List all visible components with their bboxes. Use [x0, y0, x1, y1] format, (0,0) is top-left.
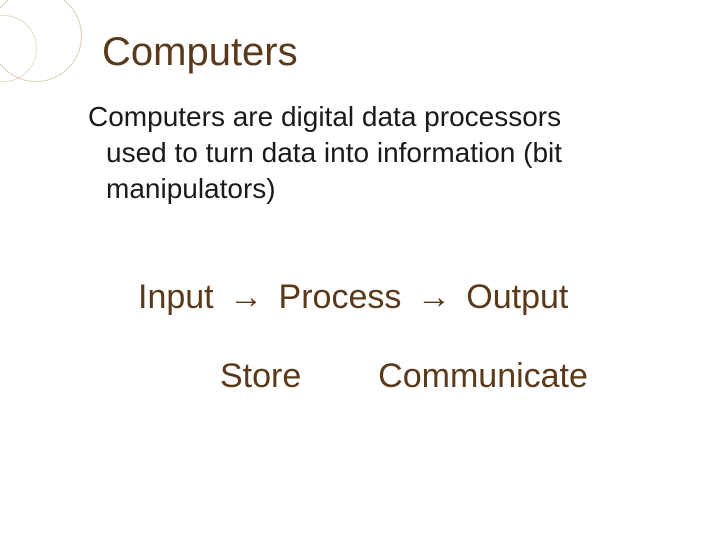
ipo-line: Input → Process → Output [138, 278, 670, 317]
arrow-icon: → [411, 278, 457, 317]
body-text: Computers are digital data processors us… [88, 99, 670, 206]
slide: Computers Computers are digital data pro… [0, 0, 720, 540]
body-line-2: used to turn data into information (bit [106, 135, 650, 171]
arrow-icon: → [223, 278, 269, 317]
sc-store: Store [220, 357, 301, 395]
ipo-process: Process [279, 278, 402, 316]
store-communicate-line: Store Communicate [220, 357, 670, 396]
body-line-3: manipulators) [106, 171, 650, 207]
slide-title: Computers [102, 30, 670, 75]
ipo-input: Input [138, 278, 214, 316]
sc-communicate: Communicate [378, 357, 588, 395]
body-line-1: Computers are digital data processors [88, 101, 561, 132]
ipo-output: Output [466, 278, 568, 316]
